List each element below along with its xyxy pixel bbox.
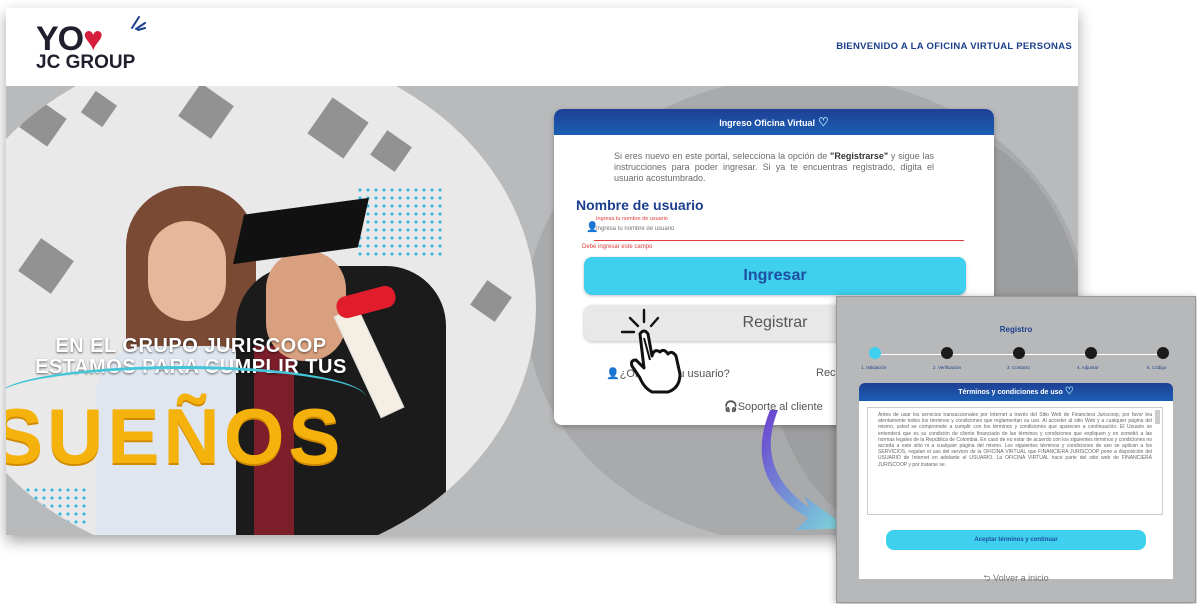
graduation-cap-icon [19,99,67,147]
step-indicator-5 [1157,347,1169,359]
username-label: Nombre de usuario [576,197,704,213]
username-error: Debe ingresar este campo [582,244,653,250]
hero-banner: EN EL GRUPO JURISCOOP ESTAMOS PARA CUMPL… [6,86,536,535]
graduation-cap-icon [470,280,512,322]
hero-slogan-line1: EN EL GRUPO JURISCOOP [55,335,327,357]
heart-outline-icon: ♡ [1064,386,1074,397]
logo-spark-icon [131,16,146,31]
mother-face [148,221,226,321]
step-indicator-1 [869,347,881,359]
step-label-5: 5. Código [1147,365,1167,370]
graduation-cap-icon [307,97,369,159]
ingresar-button[interactable]: Ingresar [584,257,966,295]
welcome-text: BIENVENIDO A LA OFICINA VIRTUAL PERSONAS [836,41,1072,52]
step-indicator-3 [1013,347,1025,359]
hand-pointer-icon [620,308,682,394]
back-to-home-text: Volver a inicio [993,573,1049,583]
top-bar: YO♥ JC GROUP BIENVENIDO A LA OFICINA VIR… [6,8,1078,86]
graduation-cap-icon [80,90,118,128]
terms-title: Términos y condiciones de uso [958,389,1063,396]
back-arrow-icon: ⮌ [983,573,991,583]
step-label-3: 3. Contacto [1007,365,1031,370]
registration-title: Registro [999,325,1033,334]
dot-pattern [356,186,446,256]
graduation-cap-icon [370,130,412,172]
back-to-home-link[interactable]: ⮌ Volver a inicio [837,571,1195,587]
terms-text-area[interactable]: Antes de usar los servicios transacciona… [867,407,1163,515]
heart-outline-icon: ♡ [818,115,829,129]
terms-scrollbar[interactable] [1155,410,1160,424]
login-intro-text: Si eres nuevo en este portal, selecciona… [614,151,934,184]
yo-jc-group-logo[interactable]: YO♥ JC GROUP [36,16,146,73]
recover-link[interactable]: Rec [816,367,836,379]
dot-pattern [16,486,86,526]
graduation-cap-icon [178,86,234,139]
step-label-4: 4. Adjuntar [1077,365,1099,370]
headset-icon: 🎧 [724,401,738,413]
login-title: Ingreso Oficina Virtual [719,118,816,128]
terms-text: Antes de usar los servicios transacciona… [878,412,1152,468]
step-label-2: 2. Verificación [933,365,962,370]
username-floating-label: Ingresa tu nombre de usuario [596,216,668,222]
accept-terms-button[interactable]: Aceptar términos y continuar [886,530,1146,550]
hero-suenos-title: SUEÑOS [6,392,345,480]
registration-window: Registro 1. Validación 2. Verificación 3… [836,296,1196,603]
terms-panel: Términos y condiciones de uso ♡ Antes de … [859,383,1173,579]
login-header: Ingreso Oficina Virtual ♡ [554,109,994,135]
intro-part1: Si eres nuevo en este portal, selecciona… [614,151,831,161]
step-label-1: 1. Validación [861,365,887,370]
terms-header: Términos y condiciones de uso ♡ [859,383,1173,401]
graduate-mortarboard [233,197,369,265]
graduation-cap-icon [18,238,74,294]
intro-bold: "Registrarse" [830,151,889,161]
step-indicator-2 [941,347,953,359]
logo-jc-group-text: JC GROUP [36,52,136,73]
step-indicator-4 [1085,347,1097,359]
